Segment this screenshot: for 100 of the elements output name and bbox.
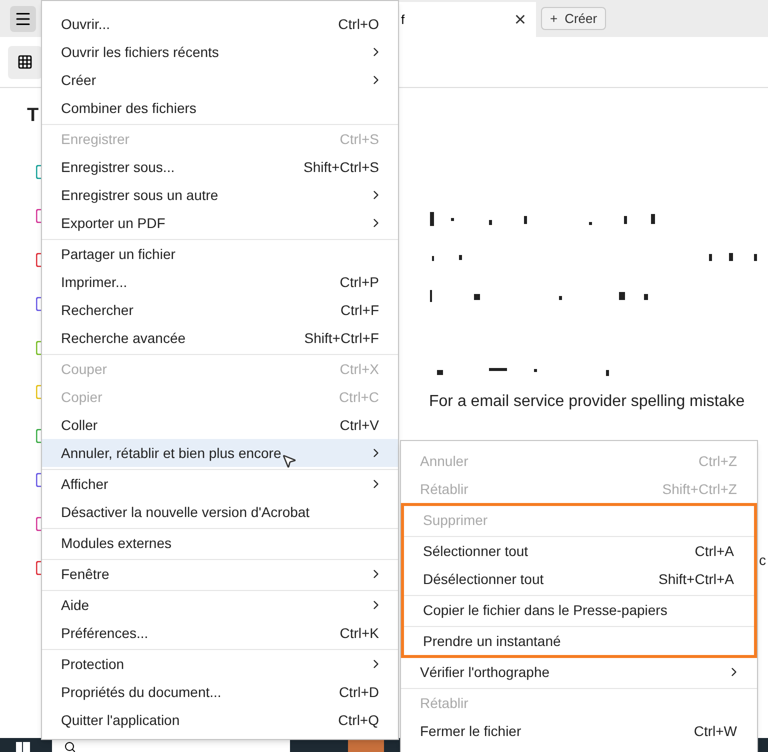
menu-item-label: Ouvrir...	[61, 14, 110, 34]
menu-item[interactable]: Protection	[42, 649, 398, 678]
menu-item[interactable]: Aide	[42, 590, 398, 619]
shortcut-label: Ctrl+D	[338, 682, 379, 702]
menu-item[interactable]: Imprimer... Ctrl+P	[42, 268, 398, 296]
menu-item[interactable]: Enregistrer sous un autre	[42, 181, 398, 209]
search-icon	[64, 741, 76, 752]
menu-item[interactable]: Coller Ctrl+V	[42, 411, 398, 439]
menu-item-label: Fermer le fichier	[420, 722, 522, 740]
shortcut-label: Ctrl+Q	[338, 710, 379, 730]
menu-item-label: Enregistrer sous...	[61, 158, 175, 177]
shortcut-label: Ctrl+O	[338, 14, 379, 34]
menu-item-label: Préférences...	[61, 624, 148, 642]
menu-item[interactable]: Annuler, rétablir et bien plus encore	[42, 439, 398, 467]
menu-button[interactable]	[10, 6, 36, 32]
create-button[interactable]: + Créer	[541, 7, 606, 30]
close-icon[interactable]: ×	[514, 4, 526, 34]
menu-item-label: Aide	[61, 596, 90, 614]
menu-item-label: Enregistrer	[61, 130, 130, 149]
menu-item-label: Désactiver la nouvelle version d'Acrobat	[61, 502, 310, 522]
document-text: c	[759, 551, 767, 570]
menu-item[interactable]: Ouvrir les fichiers récents	[42, 38, 398, 66]
tool-icon[interactable]	[36, 472, 41, 486]
windows-icon[interactable]	[16, 742, 30, 752]
menu-item[interactable]: Prendre un instantané	[404, 626, 754, 655]
menu-item-label: Modules externes	[61, 534, 172, 552]
menu-item-label: Sélectionner tout	[423, 542, 528, 560]
menu-item[interactable]: Fermer le fichier Ctrl+W	[401, 717, 757, 745]
menu-item-label: Afficher	[61, 474, 108, 494]
tool-icon[interactable]	[36, 340, 41, 354]
menu-item-label: Fenêtre	[61, 564, 110, 584]
menu-item-label: Rétablir	[420, 480, 468, 498]
menu-item-label: Couper	[61, 360, 107, 379]
menu-item[interactable]: Sélectionner tout Ctrl+A	[404, 536, 754, 565]
shortcut-label: Ctrl+X	[340, 360, 379, 378]
shortcut-label: Ctrl+S	[340, 130, 379, 148]
menu-item-label: Créer	[61, 70, 96, 90]
menu-item-label: Combiner des fichiers	[61, 98, 196, 118]
tool-icon[interactable]	[36, 516, 41, 530]
panel-heading: T	[27, 104, 40, 128]
tool-icon[interactable]	[36, 252, 41, 266]
tab-title: f	[401, 10, 406, 29]
menu-item[interactable]: Afficher	[42, 469, 398, 498]
shortcut-label: Ctrl+V	[340, 416, 379, 434]
menu-item-label: Quitter l'application	[61, 710, 180, 730]
menu-item-label: Protection	[61, 654, 124, 674]
mouse-cursor-icon	[281, 453, 297, 469]
menu-item[interactable]: Exporter un PDF	[42, 209, 398, 237]
grid-icon	[17, 54, 33, 70]
menu-item-label: Propriétés du document...	[61, 682, 222, 702]
shortcut-label: Ctrl+F	[340, 300, 379, 320]
document-text: For a email service provider spelling mistake	[429, 392, 746, 412]
menu-item-label: Vérifier l'orthographe	[420, 662, 550, 682]
tool-icon[interactable]	[36, 296, 41, 310]
menu-item[interactable]: Préférences... Ctrl+K	[42, 619, 398, 647]
menu-item-label: Enregistrer sous un autre	[61, 186, 218, 205]
menu-item-label: Rechercher	[61, 300, 134, 320]
menu-item[interactable]: Combiner des fichiers	[42, 94, 398, 122]
shortcut-label: Shift+Ctrl+S	[304, 158, 379, 176]
menu-item-label: Désélectionner tout	[423, 570, 544, 588]
menu-item-label: Ouvrir les fichiers récents	[61, 42, 219, 62]
shortcut-label: Shift+Ctrl+A	[658, 570, 734, 588]
shortcut-label: Ctrl+K	[340, 624, 379, 642]
shortcut-label: Ctrl+W	[694, 722, 737, 740]
menu-item[interactable]: Enregistrer sous... Shift+Ctrl+S	[42, 153, 398, 181]
shortcut-label: Ctrl+Z	[698, 452, 737, 470]
menu-item-label: Copier	[61, 388, 102, 407]
menu-item-label: Copier le fichier dans le Presse-papiers	[423, 600, 668, 620]
shortcut-label: Shift+Ctrl+Z	[662, 480, 737, 498]
menu-item-label: Partager un fichier	[61, 244, 176, 264]
menu-item-label: Rétablir	[420, 694, 468, 712]
menu-item-label: Annuler	[420, 452, 468, 470]
tool-icon[interactable]	[36, 560, 41, 574]
menu-item[interactable]: Modules externes	[42, 528, 398, 557]
menu-item-label: Prendre un instantané	[423, 632, 561, 650]
menu-item[interactable]: Partager un fichier	[42, 239, 398, 268]
menu-item[interactable]: Créer	[42, 66, 398, 94]
menu-item-label: Exporter un PDF	[61, 214, 166, 233]
tool-icon[interactable]	[36, 208, 41, 222]
menu-item[interactable]: Rechercher Ctrl+F	[42, 296, 398, 324]
menu-item[interactable]: Désélectionner tout Shift+Ctrl+A	[404, 565, 754, 593]
menu-item[interactable]: Copier le fichier dans le Presse-papiers	[404, 595, 754, 624]
menu-item[interactable]: Désactiver la nouvelle version d'Acrobat	[42, 498, 398, 526]
menu-item[interactable]: Recherche avancée Shift+Ctrl+F	[42, 324, 398, 352]
shortcut-label: Ctrl+C	[338, 388, 379, 406]
shortcut-label: Ctrl+A	[694, 542, 734, 560]
menu-item[interactable]: Fenêtre	[42, 559, 398, 588]
menu-item-label: Annuler, rétablir et bien plus encore	[61, 444, 282, 463]
menu-item-label: Supprimer	[423, 510, 488, 530]
menu-item[interactable]: Vérifier l'orthographe	[401, 658, 757, 686]
tool-icon[interactable]	[36, 428, 41, 442]
shortcut-label: Shift+Ctrl+F	[304, 328, 379, 348]
menu-item-label: Coller	[61, 416, 98, 434]
tool-icon[interactable]	[36, 164, 41, 178]
menu-item[interactable]: Propriétés du document... Ctrl+D	[42, 678, 398, 706]
apps-button[interactable]	[8, 46, 42, 78]
menu-item-label: Recherche avancée	[61, 328, 186, 348]
menu-item-label: Imprimer...	[61, 272, 128, 292]
menu-item[interactable]: Quitter l'application Ctrl+Q	[42, 706, 398, 734]
shortcut-label: Ctrl+P	[340, 272, 379, 292]
